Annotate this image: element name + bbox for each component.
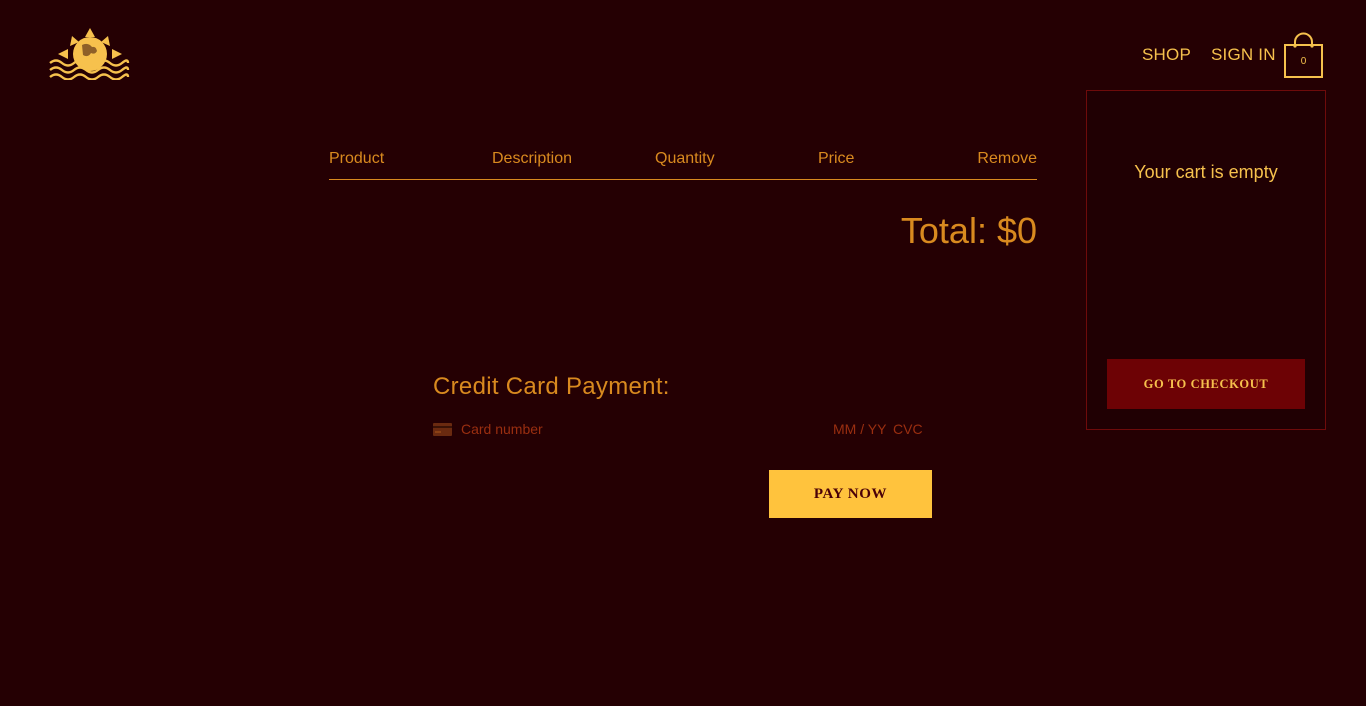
column-remove: Remove: [977, 150, 1037, 167]
card-input-field[interactable]: Card number MM / YY CVC: [433, 420, 923, 442]
column-product: Product: [329, 150, 385, 167]
sun-over-waves-logo-icon: [49, 28, 130, 81]
cart-dropdown: Your cart is empty GO TO CHECKOUT: [1086, 90, 1326, 430]
nav-sign-in-link[interactable]: SIGN IN: [1211, 45, 1276, 67]
column-quantity: Quantity: [655, 150, 715, 167]
card-cvc-input[interactable]: CVC: [893, 421, 923, 437]
card-number-input[interactable]: Card number: [461, 421, 543, 437]
nav-shop-link[interactable]: SHOP: [1142, 45, 1191, 67]
bag-count: 0: [1301, 56, 1307, 67]
logo[interactable]: [48, 28, 132, 81]
cart-empty-message: Your cart is empty: [1134, 162, 1278, 182]
cart-bag-button[interactable]: 0: [1283, 30, 1324, 80]
card-expiry-input[interactable]: MM / YY: [833, 421, 886, 437]
cart-table: Product Description Quantity Price Remov…: [329, 150, 1037, 180]
pay-now-button[interactable]: PAY NOW: [769, 470, 932, 518]
cart-table-header: Product Description Quantity Price Remov…: [329, 150, 1037, 180]
shopping-bag-icon: 0: [1284, 32, 1323, 78]
column-price: Price: [818, 150, 855, 167]
go-to-checkout-button[interactable]: GO TO CHECKOUT: [1107, 359, 1305, 409]
payment-title: Credit Card Payment:: [433, 373, 670, 400]
column-description: Description: [492, 150, 573, 167]
cart-total: Total: $0: [900, 210, 1037, 251]
credit-card-icon: [433, 423, 452, 436]
